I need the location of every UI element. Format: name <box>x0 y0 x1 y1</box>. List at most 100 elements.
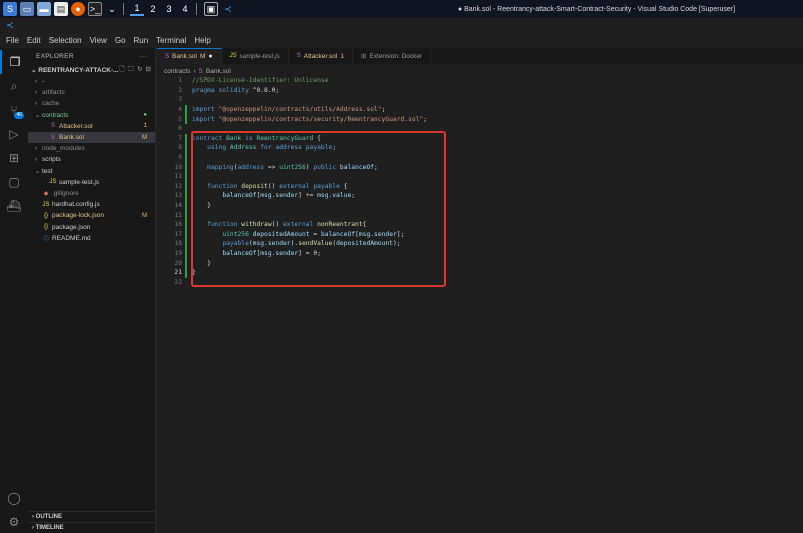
tree-item[interactable]: › - <box>28 76 155 87</box>
code-line[interactable]: 5 import "@openzeppelin/contracts/securit… <box>157 114 427 124</box>
timeline-section[interactable]: › TIMELINE <box>28 522 156 533</box>
folder-icon[interactable]: ▬ <box>37 2 51 16</box>
code-token: msg.sender <box>252 240 291 248</box>
menu-file[interactable]: File <box>0 36 23 45</box>
outline-section[interactable]: › OUTLINE <box>28 511 156 522</box>
code-line[interactable]: 19 balanceOf[msg.sender] = 0; <box>157 249 321 259</box>
explorer-icon[interactable]: ❐ <box>0 50 28 74</box>
window-icon[interactable]: ▭ <box>20 2 34 16</box>
code-line[interactable]: 17 uint256 depositedAmount = balanceOf[m… <box>157 230 404 240</box>
line-number: 12 <box>174 182 182 190</box>
run-debug-icon[interactable]: ▷ <box>0 122 28 146</box>
firefox-icon[interactable]: ● <box>71 2 85 16</box>
breadcrumb-folder[interactable]: contracts <box>164 68 190 75</box>
code-token: public <box>313 163 340 171</box>
app-launcher-icon[interactable]: S <box>3 2 17 16</box>
tree-item[interactable]: S Bank.sol M <box>28 131 155 144</box>
timeline-label: TIMELINE <box>35 525 64 531</box>
code-line[interactable]: 12 function deposit() external payable { <box>157 182 347 192</box>
code-line[interactable]: 15 <box>157 210 182 220</box>
tree-item[interactable]: {} package.json <box>28 221 155 232</box>
code-line[interactable]: 8 using Address for address payable; <box>157 143 336 153</box>
code-line[interactable]: 2 pragma solidity ^0.8.0; <box>157 86 279 96</box>
new-file-icon[interactable]: 🗋 <box>119 65 124 76</box>
line-number: 10 <box>174 163 182 171</box>
tree-item[interactable]: JS sample-test.js <box>28 177 155 188</box>
line-number: 6 <box>178 125 182 133</box>
tree-item[interactable]: S Attacker.sol 1 <box>28 121 155 132</box>
more-actions-icon[interactable]: ··· <box>140 53 147 60</box>
chevron-down-icon[interactable]: ⌄ <box>105 2 119 16</box>
tree-item[interactable]: ◆ .gitignore <box>28 188 155 199</box>
collapse-all-icon[interactable]: ⊟ <box>146 65 151 76</box>
workspace-3[interactable]: 3 <box>162 2 176 16</box>
code-line[interactable]: 16 function withdraw() external nonReent… <box>157 220 366 230</box>
unsaved-dot-icon[interactable]: ● <box>208 53 212 60</box>
line-number: 17 <box>174 230 182 238</box>
tree-item[interactable]: JS hardhat.config.js <box>28 199 155 210</box>
code-line[interactable]: 1 //SPDX-License-Identifier: Unlicense <box>157 76 328 86</box>
file-type-icon: {} <box>43 224 48 231</box>
menu-terminal[interactable]: Terminal <box>152 36 190 45</box>
code-line[interactable]: 4 import "@openzeppelin/contracts/utils/A… <box>157 105 385 115</box>
code-token: .sender <box>271 192 299 200</box>
workspace-1[interactable]: 1 <box>130 2 144 16</box>
tree-item[interactable]: ⌄ test <box>28 166 155 177</box>
tree-item[interactable]: › artifacts <box>28 87 155 98</box>
menu-view[interactable]: View <box>86 36 111 45</box>
tree-item[interactable]: › node_modules <box>28 143 155 154</box>
code-line[interactable]: 20 } <box>157 258 211 268</box>
window-list-icon[interactable]: ▣ <box>204 2 218 16</box>
git-gutter-mark <box>185 229 187 240</box>
menu-edit[interactable]: Edit <box>23 36 45 45</box>
tree-item[interactable]: {} package-lock.json M <box>28 210 155 221</box>
refresh-icon[interactable]: ↻ <box>137 65 142 76</box>
extensions-icon[interactable]: ⊞ <box>0 146 28 170</box>
editor-tab[interactable]: ⊞ Extension: Docker <box>353 48 432 64</box>
code-text: import "@openzeppelin/contracts/security… <box>192 116 427 123</box>
code-line[interactable]: 18 payable(msg.sender).sendValue(deposit… <box>157 239 400 249</box>
menu-help[interactable]: Help <box>190 36 214 45</box>
editor-tab[interactable]: S Bank.sol M ● <box>157 48 222 64</box>
line-number: 2 <box>178 86 182 94</box>
tree-item[interactable]: ⌄ contracts ● <box>28 110 155 121</box>
code-line[interactable]: 14 } <box>157 201 211 211</box>
account-icon[interactable]: ◯ <box>0 486 28 510</box>
code-line[interactable]: 6 <box>157 124 182 134</box>
breadcrumb-file[interactable]: Bank.sol <box>206 68 231 75</box>
menu-go[interactable]: Go <box>111 36 130 45</box>
code-token: .value <box>328 192 352 200</box>
source-control-icon[interactable]: ⑂ 46 <box>0 98 28 122</box>
editor-tab[interactable]: JS sample-test.js <box>222 48 289 64</box>
git-gutter-mark <box>185 133 187 144</box>
menu-selection[interactable]: Selection <box>45 36 86 45</box>
vscode-task-icon[interactable]: ≺ <box>221 2 235 16</box>
terminal-icon[interactable]: >_ <box>88 2 102 16</box>
tree-item[interactable]: › cache <box>28 98 155 109</box>
editor-tab[interactable]: S Attacker.sol 1 <box>289 48 353 64</box>
code-line[interactable]: 22 <box>157 278 182 288</box>
code-line[interactable]: 9 <box>157 153 182 163</box>
code-editor[interactable]: 1 //SPDX-License-Identifier: Unlicense 2 pr… <box>157 76 803 533</box>
code-line[interactable]: 13 balanceOf[msg.sender] += msg.value; <box>157 191 355 201</box>
code-line[interactable]: 7 contract Bank is ReentrancyGuard { <box>157 134 321 144</box>
tree-item[interactable]: › scripts <box>28 154 155 165</box>
tree-item[interactable]: ⓘ README.md <box>28 233 155 244</box>
explorer-sidebar: EXPLORER ··· ⌄ REENTRANCY-ATTACK-... 🗋 🗀… <box>28 48 156 533</box>
search-icon[interactable]: ⌕ <box>0 74 28 98</box>
workspace-2[interactable]: 2 <box>146 2 160 16</box>
git-status-badge: M <box>142 212 147 219</box>
document-icon[interactable]: ▤ <box>54 2 68 16</box>
workspace-section[interactable]: ⌄ REENTRANCY-ATTACK-... 🗋 🗀 ↻ ⊟ <box>28 64 155 76</box>
code-line[interactable]: 3 <box>157 95 182 105</box>
workspace-4[interactable]: 4 <box>178 2 192 16</box>
code-line[interactable]: 11 <box>157 172 182 182</box>
code-line[interactable]: 21} <box>157 268 195 278</box>
code-line[interactable]: 10 mapping(address => uint256) public ba… <box>157 162 377 172</box>
docker-icon[interactable]: ⛴ <box>0 194 28 218</box>
menu-run[interactable]: Run <box>129 36 152 45</box>
settings-gear-icon[interactable]: ⚙ <box>0 510 28 533</box>
tab-label: Bank.sol <box>172 53 197 60</box>
remote-explorer-icon[interactable]: ▢ <box>0 170 28 194</box>
new-folder-icon[interactable]: 🗀 <box>128 65 135 76</box>
